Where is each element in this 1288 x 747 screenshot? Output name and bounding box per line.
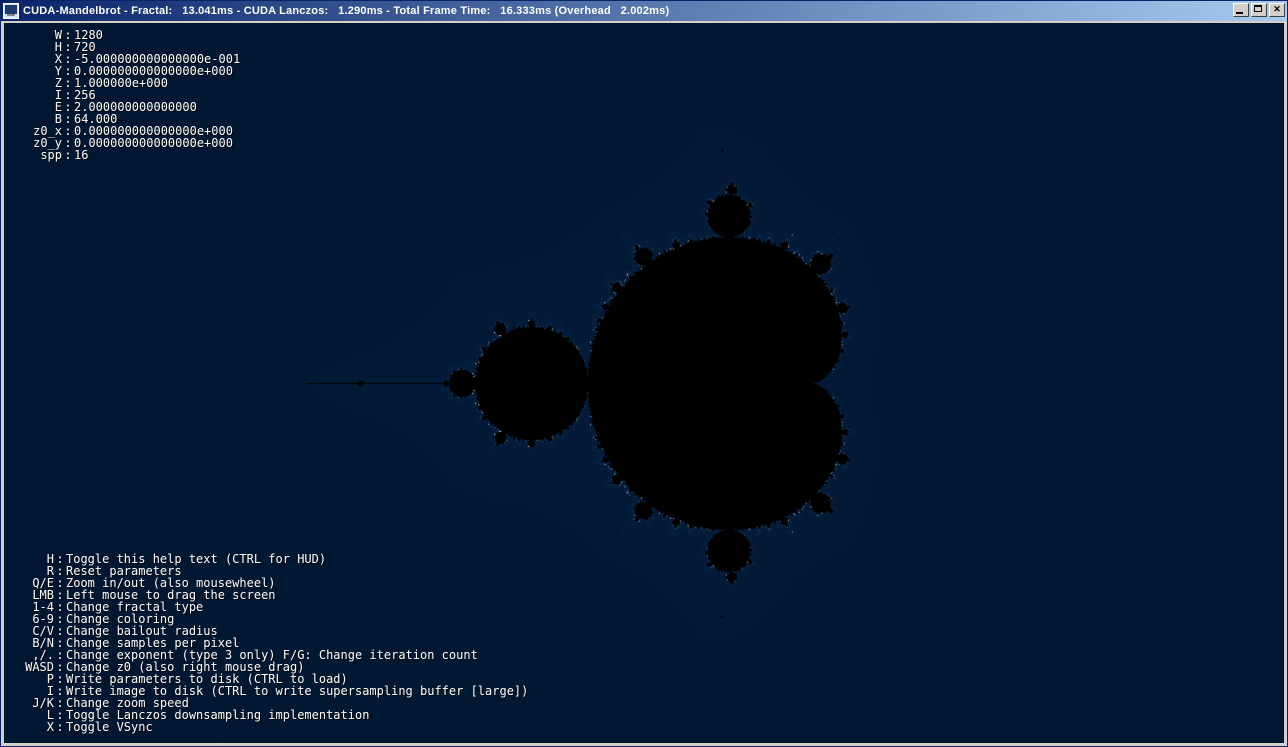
hud-key: spp [18, 149, 62, 161]
hud-value: 0.000000000000000e+000 [74, 137, 233, 149]
close-button[interactable] [1269, 3, 1285, 17]
app-icon [3, 3, 19, 19]
help-text: Toggle VSync [66, 721, 153, 733]
window-controls [1231, 3, 1285, 17]
hud-row: W:1280 [18, 29, 240, 41]
help-separator: : [54, 721, 66, 733]
hud-row: spp:16 [18, 149, 240, 161]
minimize-button[interactable] [1233, 3, 1249, 17]
client-area: W:1280H:720X:-5.000000000000000e-001Y:0.… [4, 23, 1284, 743]
help-row: X:Toggle VSync [18, 721, 528, 733]
hud-separator: : [62, 149, 74, 161]
help-key: X [18, 721, 54, 733]
hud-value: 16 [74, 149, 88, 161]
titlebar[interactable]: CUDA-Mandelbrot - Fractal: 13.041ms - CU… [1, 1, 1287, 21]
hud-row: Z:1.000000e+000 [18, 77, 240, 89]
hud-row: E:2.000000000000000 [18, 101, 240, 113]
hud-overlay: W:1280H:720X:-5.000000000000000e-001Y:0.… [18, 29, 240, 161]
window-title: CUDA-Mandelbrot - Fractal: 13.041ms - CU… [23, 5, 669, 17]
maximize-button[interactable] [1251, 3, 1267, 17]
app-window: CUDA-Mandelbrot - Fractal: 13.041ms - CU… [0, 0, 1288, 747]
help-overlay: H:Toggle this help text (CTRL for HUD)R:… [18, 553, 528, 733]
